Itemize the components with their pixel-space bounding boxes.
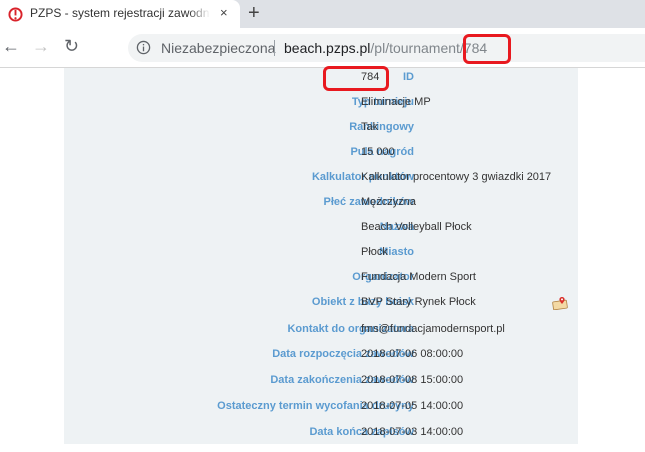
row-obiekt-z-bazy-boisk: Obiekt z bazy boisk BVP Stary Rynek Płoc… <box>64 293 578 313</box>
field-label: ID <box>403 71 414 83</box>
info-icon[interactable] <box>136 40 151 55</box>
field-value: 2018-07-08 15:00:00 <box>361 374 464 386</box>
row-nazwa: Nazwa Beach Volleyball Płock <box>64 218 578 238</box>
field-label: Rankingowy <box>349 121 414 133</box>
field-value: Kalkulator procentowy 3 gwiazdki 2017 <box>361 171 552 183</box>
row-plec-zawodnikow: Płeć zawodników Mężczyzna <box>64 193 578 213</box>
row-typ-turnieju: Typ turnieju Eliminacje MP <box>64 93 578 113</box>
row-kalkulator-punktow: Kalkulator punktów Kalkulator procentowy… <box>64 168 578 188</box>
tab-title: PZPS - system rejestracji zawodników <box>30 6 210 20</box>
map-icon[interactable] <box>552 296 568 310</box>
field-value: 2018-07-06 08:00:00 <box>361 348 464 360</box>
address-bar[interactable]: Niezabezpieczona beach.pzps.pl/pl/tourna… <box>128 34 645 62</box>
tournament-details: ID 784 Typ turnieju Eliminacje MP Rankin… <box>64 68 578 444</box>
row-miasto: Miasto Płock <box>64 243 578 263</box>
field-value: Płock <box>361 246 388 258</box>
field-value: Eliminacje MP <box>361 96 431 108</box>
row-rankingowy: Rankingowy Tak <box>64 118 578 138</box>
browser-tab[interactable]: PZPS - system rejestracji zawodników × <box>0 0 240 28</box>
field-value: fms@fundacjamodernsport.pl <box>361 323 505 335</box>
back-arrow-icon[interactable]: ← <box>2 36 20 56</box>
url-id-highlight <box>463 34 511 64</box>
url-host: beach.pzps.pl <box>284 40 371 56</box>
tab-strip: PZPS - system rejestracji zawodników × + <box>0 0 645 28</box>
pzps-logo-icon <box>8 7 23 22</box>
address-separator <box>274 40 275 56</box>
row-data-rozpoczecia: Data rozpoczęcia zawodów 2018-07-06 08:0… <box>64 345 578 365</box>
field-value: 2018-07-03 14:00:00 <box>361 426 464 438</box>
row-termin-wycofania: Ostateczny termin wycofania drużyny 2018… <box>64 397 578 417</box>
row-pula-nagrod: Pula nagród 15 000 <box>64 143 578 163</box>
security-status: Niezabezpieczona <box>161 40 276 56</box>
field-value: BVP Stary Rynek Płock <box>361 296 476 308</box>
row-id: ID 784 <box>64 68 578 88</box>
field-value: 15 000 <box>361 146 395 158</box>
tab-close-icon[interactable]: × <box>220 6 228 20</box>
forward-arrow-icon[interactable]: → <box>32 36 50 56</box>
id-field-highlight <box>323 66 389 91</box>
browser-toolbar: ← → ↻ Niezabezpieczona beach.pzps.pl/pl/… <box>0 28 645 68</box>
field-value: Beach Volleyball Płock <box>361 221 472 233</box>
new-tab-icon[interactable]: + <box>248 2 260 24</box>
row-kontakt-do-organizatora: Kontakt do organizatora fms@fundacjamode… <box>64 320 578 340</box>
url-text[interactable]: beach.pzps.pl/pl/tournament/784 <box>284 40 487 56</box>
row-organizator: Organizator Fundacja Modern Sport <box>64 268 578 288</box>
row-data-zakonczenia: Data zakończenia zawodów 2018-07-08 15:0… <box>64 371 578 391</box>
field-value: Tak <box>361 121 379 133</box>
field-value: 2018-07-05 14:00:00 <box>361 400 464 412</box>
row-data-konca-zapisow: Data końca zapisów 2018-07-03 14:00:00 <box>64 423 578 443</box>
reload-icon[interactable]: ↻ <box>64 36 79 56</box>
field-value: Mężczyzna <box>361 196 417 208</box>
field-value: Fundacja Modern Sport <box>361 271 476 283</box>
